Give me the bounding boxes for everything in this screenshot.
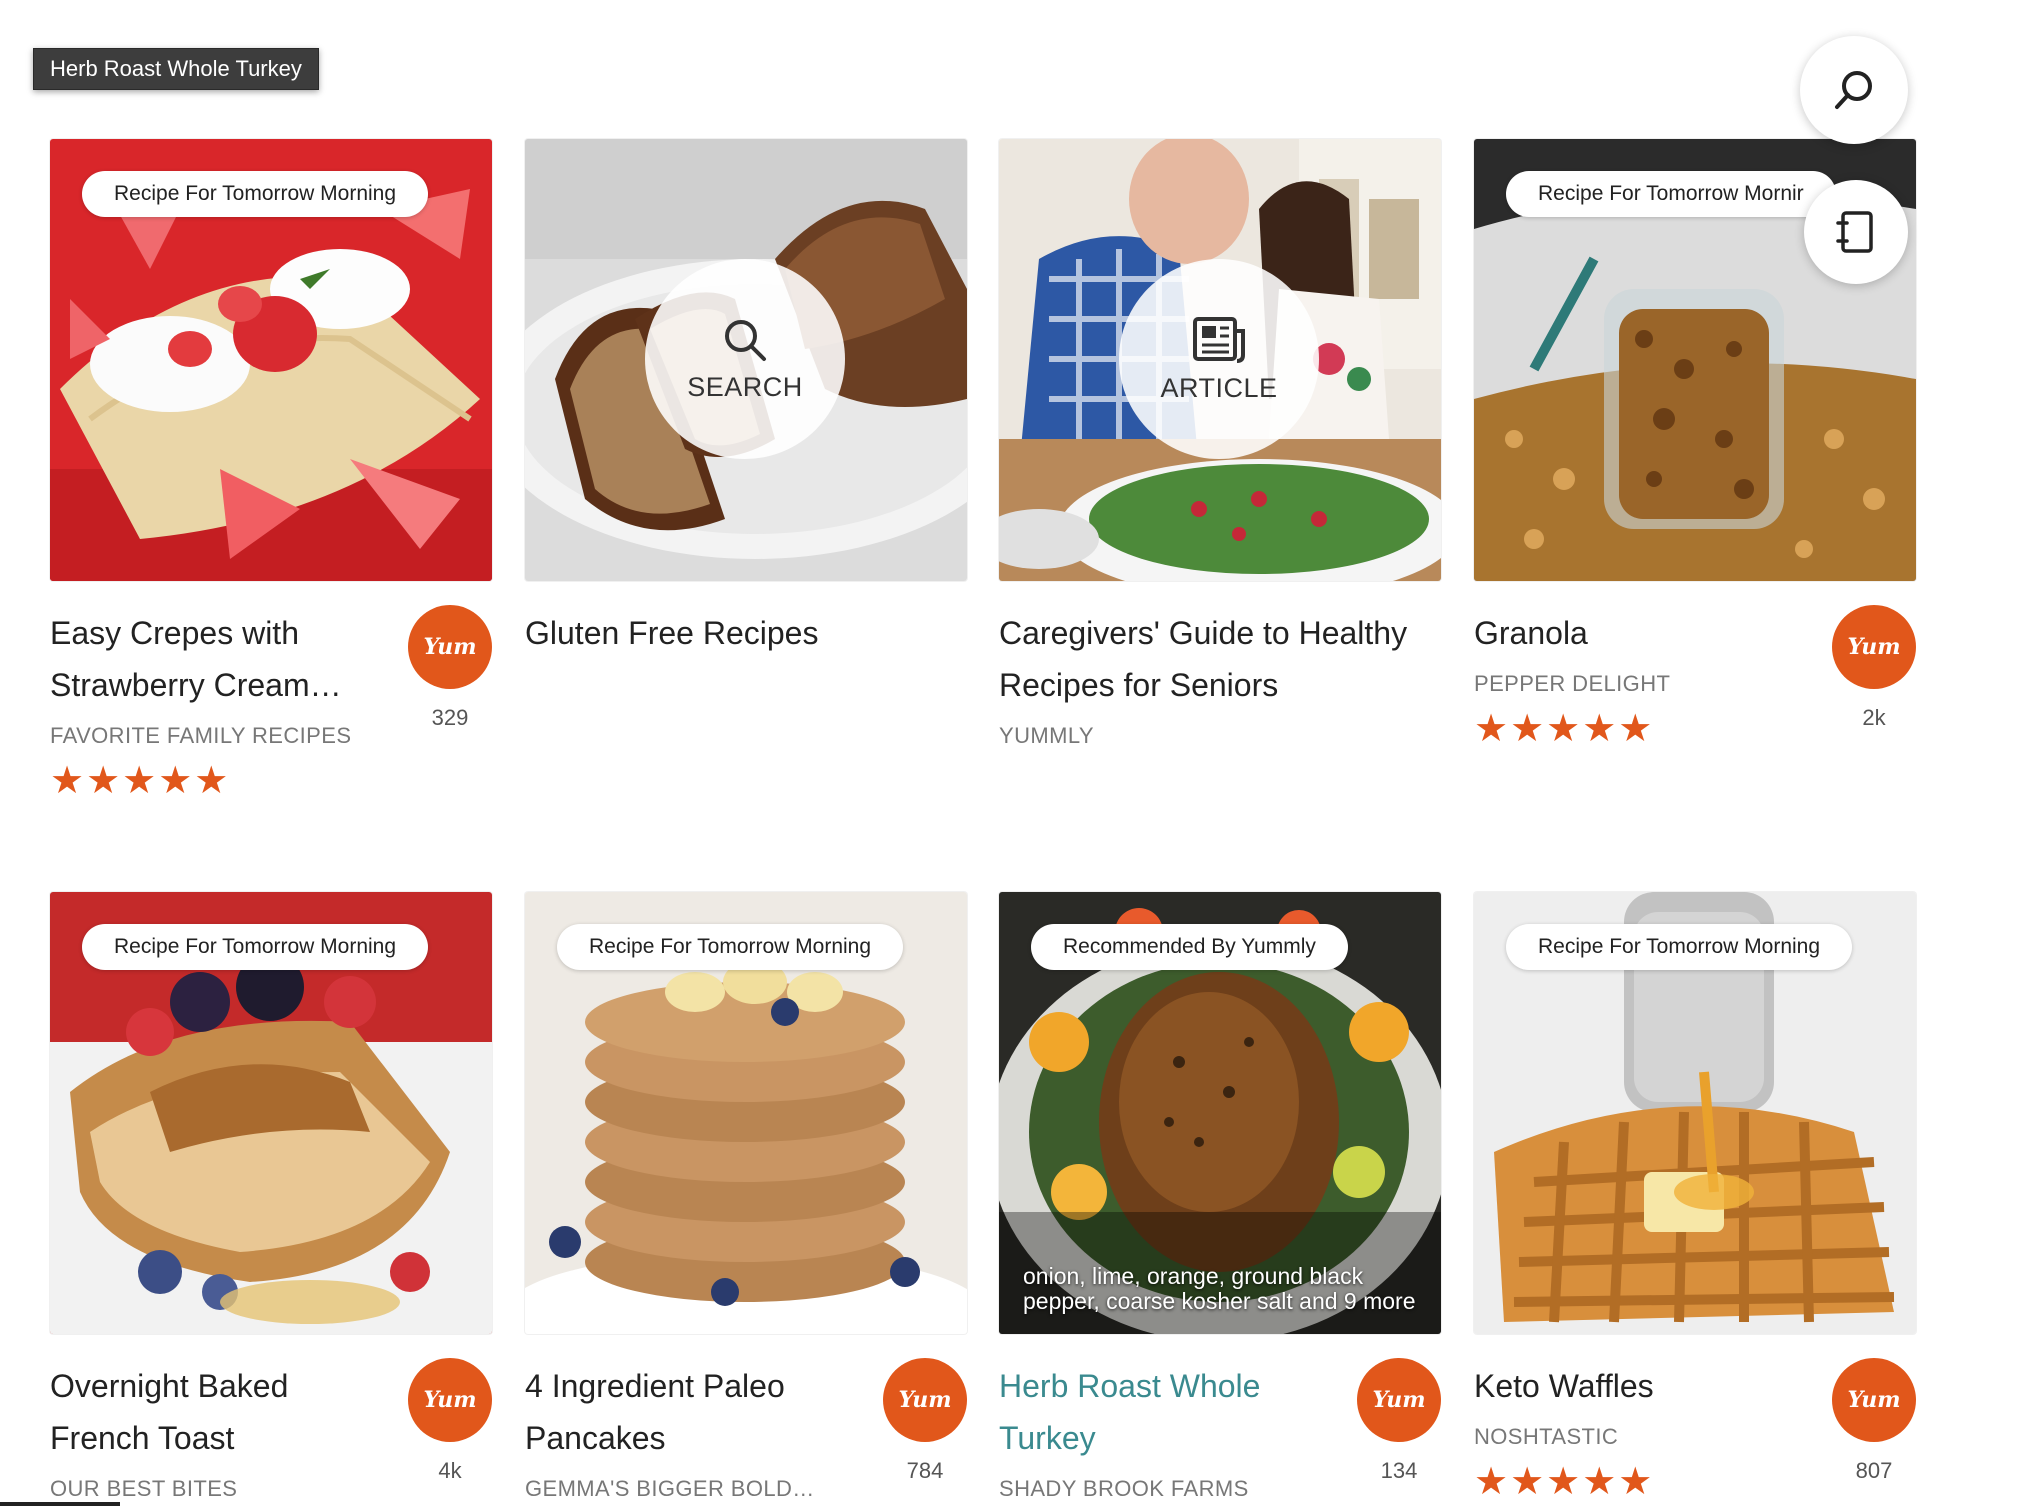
rating-stars: ★★★★★	[50, 760, 231, 802]
recipe-title[interactable]: Keto Waffles	[1474, 1360, 1804, 1412]
recipe-source[interactable]: FAVORITE FAMILY RECIPES	[50, 723, 351, 749]
search-card-image[interactable]: SEARCH	[525, 139, 967, 581]
yum-count: 784	[906, 1458, 944, 1483]
yum-count: 4k	[438, 1458, 462, 1483]
yum-label: Yum	[423, 634, 477, 660]
search-title[interactable]: Gluten Free Recipes	[525, 607, 967, 659]
recipe-image[interactable]: Recipe For Tomorrow Morning	[50, 139, 492, 581]
yum-button[interactable]: Yum	[408, 605, 492, 689]
yum-count: 329	[431, 705, 469, 730]
overlay-label: ARTICLE	[1160, 372, 1278, 403]
recipe-title[interactable]: Granola	[1474, 607, 1804, 659]
ingredients-overlay: onion, lime, orange, ground black pepper…	[1023, 1263, 1416, 1314]
yum-count: 807	[1855, 1458, 1893, 1483]
tooltip: Herb Roast Whole Turkey	[33, 48, 319, 90]
recipe-card-hovered[interactable]: Recommended By Yummly onion, lime, orang…	[999, 892, 1441, 1501]
search-overlay[interactable]: SEARCH	[645, 259, 845, 459]
recipe-image[interactable]: Recipe For Tomorrow Morning	[1474, 892, 1916, 1334]
recipe-tag: Recommended By Yummly	[1031, 924, 1348, 970]
recipe-source[interactable]: OUR BEST BITES	[50, 1476, 237, 1502]
yum-button[interactable]: Yum	[1357, 1358, 1441, 1442]
overlay-label: SEARCH	[687, 371, 803, 402]
recipe-card[interactable]: Recipe For Tomorrow Morning Keto Waffles…	[1474, 892, 1916, 1502]
yum-label: Yum	[898, 1387, 952, 1413]
recipe-source[interactable]: NOSHTASTIC	[1474, 1424, 1618, 1450]
recipe-card[interactable]: Recipe For Tomorrow Morning Easy Crepes …	[50, 139, 492, 801]
recipe-tag: Recipe For Tomorrow Morning	[1506, 924, 1853, 970]
rating-stars: ★★★★★	[1474, 1461, 1655, 1503]
recipe-image[interactable]: Recommended By Yummly onion, lime, orang…	[999, 892, 1441, 1334]
recipe-title[interactable]: Easy Crepes with Strawberry Cream…	[50, 607, 380, 711]
recipe-source[interactable]: GEMMA'S BIGGER BOLD…	[525, 1476, 815, 1502]
recipe-title[interactable]: Overnight Baked French Toast	[50, 1360, 380, 1464]
recipe-tag: Recipe For Tomorrow Morning	[557, 924, 904, 970]
notebook-icon	[1836, 211, 1873, 253]
search-icon	[1835, 71, 1872, 109]
yum-count: 2k	[1862, 705, 1886, 730]
search-card[interactable]: SEARCH Gluten Free Recipes	[525, 139, 967, 651]
scroll-indicator	[0, 1502, 120, 1506]
recipe-image[interactable]: Recipe For Tomorrow Morning	[50, 892, 492, 1334]
recipe-image[interactable]: Recipe For Tomorrow Morning	[525, 892, 967, 1334]
recipe-card[interactable]: Recipe For Tomorrow Morning Overnight Ba…	[50, 892, 492, 1501]
recipe-tag: Recipe For Tomorrow Morning	[82, 924, 429, 970]
article-title[interactable]: Caregivers' Guide to Healthy Recipes for…	[999, 607, 1441, 711]
yum-label: Yum	[1847, 634, 1901, 660]
recipe-source[interactable]: SHADY BROOK FARMS	[999, 1476, 1249, 1502]
recipe-tag: Recipe For Tomorrow Mornir	[1506, 171, 1836, 217]
yum-button[interactable]: Yum	[1832, 605, 1916, 689]
article-source[interactable]: YUMMLY	[999, 723, 1094, 749]
article-overlay[interactable]: ARTICLE	[1119, 259, 1319, 459]
article-image[interactable]: ARTICLE	[999, 139, 1441, 581]
search-fab[interactable]	[1800, 36, 1908, 144]
recipe-card[interactable]: Recipe For Tomorrow Morning 4 Ingredient…	[525, 892, 967, 1501]
yum-button[interactable]: Yum	[1832, 1358, 1916, 1442]
yum-button[interactable]: Yum	[408, 1358, 492, 1442]
yum-label: Yum	[423, 1387, 477, 1413]
recipe-title[interactable]: 4 Ingredient Paleo Pancakes	[525, 1360, 855, 1464]
collections-fab[interactable]	[1804, 180, 1908, 284]
search-icon	[725, 319, 766, 361]
yum-count: 134	[1380, 1458, 1418, 1483]
recipe-tag: Recipe For Tomorrow Morning	[82, 171, 429, 217]
recipe-title-link[interactable]: Herb Roast Whole Turkey	[999, 1360, 1329, 1464]
yum-label: Yum	[1847, 1387, 1901, 1413]
yum-button[interactable]: Yum	[883, 1358, 967, 1442]
article-card[interactable]: ARTICLE Caregivers' Guide to Healthy Rec…	[999, 139, 1441, 748]
recipe-source[interactable]: PEPPER DELIGHT	[1474, 671, 1670, 697]
yum-label: Yum	[1372, 1387, 1426, 1413]
newspaper-icon	[1193, 316, 1245, 363]
rating-stars: ★★★★★	[1474, 708, 1655, 750]
